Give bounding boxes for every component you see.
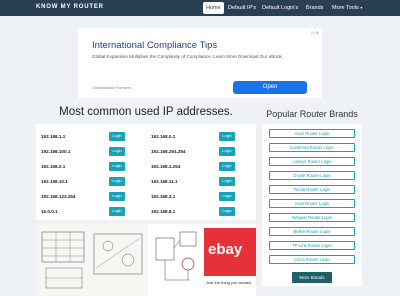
ip-row: 192.168.123.254 Login	[36, 191, 146, 202]
ad-sponsor: Globalization Partners	[92, 85, 132, 90]
bottom-advertisement[interactable]: ebay Just the thing you wanted	[36, 224, 256, 296]
ebay-ad-banner[interactable]: ebay	[204, 228, 256, 276]
sidebar-title: Popular Router Brands	[266, 109, 358, 119]
brand-link[interactable]: Belkin Router Login	[269, 227, 355, 236]
login-button[interactable]: Login	[219, 147, 235, 156]
ip-row: 192.168.1.1 Login	[36, 131, 146, 142]
brand-link[interactable]: Linksys Router Login	[269, 157, 355, 166]
patent-drawing-image[interactable]	[36, 224, 148, 296]
chevron-down-icon: ▾	[360, 5, 363, 10]
ip-address[interactable]: 192.168.10.1	[41, 176, 68, 187]
router-brands-sidebar: Asus Router Login Comtrend Router Login …	[262, 124, 362, 286]
ad-choices-icon[interactable]: ▷ ✕	[311, 30, 319, 35]
ip-row: 192.168.0.1 Login	[146, 131, 256, 142]
ip-row: 10.0.0.1 Login	[36, 206, 146, 217]
ad-title[interactable]: International Compliance Tips	[92, 40, 217, 51]
circuit-drawing-image[interactable]	[150, 224, 202, 296]
brand-link[interactable]: Netgear Router Login	[269, 213, 355, 222]
ip-row: 192.168.254.254 Login	[146, 146, 256, 157]
brand-link[interactable]: Cisco Router Login	[269, 255, 355, 264]
site-brand[interactable]: KNOW MY ROUTER	[36, 4, 104, 10]
brand-link[interactable]: D-Link Router Login	[269, 171, 355, 180]
login-button[interactable]: Login	[219, 192, 235, 201]
ad-subtitle: Global Expansion Multiplies the Complexi…	[92, 54, 283, 59]
ad-open-button[interactable]: Open	[233, 81, 307, 94]
ip-address[interactable]: 192.168.3.1	[151, 191, 175, 202]
login-button[interactable]: Login	[109, 192, 125, 201]
ip-section-title: Most common used IP addresses.	[59, 106, 233, 118]
circuit-drawing-icon	[155, 231, 197, 281]
nav-default-logins[interactable]: Default Login's	[259, 2, 301, 14]
brand-link[interactable]: Tenda Router Login	[269, 185, 355, 194]
top-advertisement[interactable]: ▷ ✕ International Compliance Tips Global…	[78, 28, 322, 98]
ip-address[interactable]: 192.168.2.1	[41, 161, 65, 172]
ip-row: 192.168.10.1 Login	[36, 176, 146, 187]
nav-brands[interactable]: Brands	[303, 2, 326, 14]
login-button[interactable]: Login	[109, 132, 125, 141]
ip-address[interactable]: 192.168.1.254	[151, 161, 180, 172]
ebay-ad-text[interactable]: Just the thing you wanted	[206, 280, 256, 285]
brand-link[interactable]: Asus Router Login	[269, 199, 355, 208]
ip-address[interactable]: 192.168.1.1	[41, 131, 65, 142]
brand-link[interactable]: TP-Link Router Login	[269, 241, 355, 250]
ip-row: 192.168.8.1 Login	[146, 206, 256, 217]
ip-address[interactable]: 192.168.0.1	[151, 131, 175, 142]
nav-more-tools[interactable]: More Tools ▾	[329, 2, 365, 14]
ip-address[interactable]: 192.168.8.1	[151, 206, 175, 217]
nav-more-tools-label: More Tools	[332, 5, 359, 11]
login-button[interactable]: Login	[219, 207, 235, 216]
login-button[interactable]: Login	[109, 177, 125, 186]
login-button[interactable]: Login	[109, 207, 125, 216]
top-navbar: KNOW MY ROUTER Home Default IP's Default…	[0, 0, 400, 16]
nav-default-ips[interactable]: Default IP's	[225, 2, 259, 14]
login-button[interactable]: Login	[109, 162, 125, 171]
ip-address[interactable]: 10.0.0.1	[41, 206, 58, 217]
ip-address[interactable]: 192.168.254.254	[151, 146, 186, 157]
login-button[interactable]: Login	[219, 132, 235, 141]
ip-row: 192.168.1.254 Login	[146, 161, 256, 172]
ip-address[interactable]: 192.168.123.254	[41, 191, 76, 202]
ip-row: 192.168.3.1 Login	[146, 191, 256, 202]
brand-link[interactable]: Asus Router Login	[269, 129, 355, 138]
ip-address[interactable]: 192.168.100.1	[41, 146, 70, 157]
ip-row: 192.168.11.1 Login	[146, 176, 256, 187]
more-brands-button[interactable]: More Brands	[292, 272, 332, 283]
patent-drawing-icon	[41, 231, 143, 289]
ip-row: 192.168.2.1 Login	[36, 161, 146, 172]
login-button[interactable]: Login	[109, 147, 125, 156]
brand-link[interactable]: Comtrend Router Login	[269, 143, 355, 152]
login-button[interactable]: Login	[219, 162, 235, 171]
nav-home[interactable]: Home	[203, 2, 224, 14]
ip-row: 192.168.100.1 Login	[36, 146, 146, 157]
ip-address[interactable]: 192.168.11.1	[151, 176, 178, 187]
login-button[interactable]: Login	[219, 177, 235, 186]
ip-list-panel: 192.168.1.1 Login 192.168.0.1 Login 192.…	[36, 124, 256, 220]
ebay-logo: ebay	[208, 241, 243, 258]
